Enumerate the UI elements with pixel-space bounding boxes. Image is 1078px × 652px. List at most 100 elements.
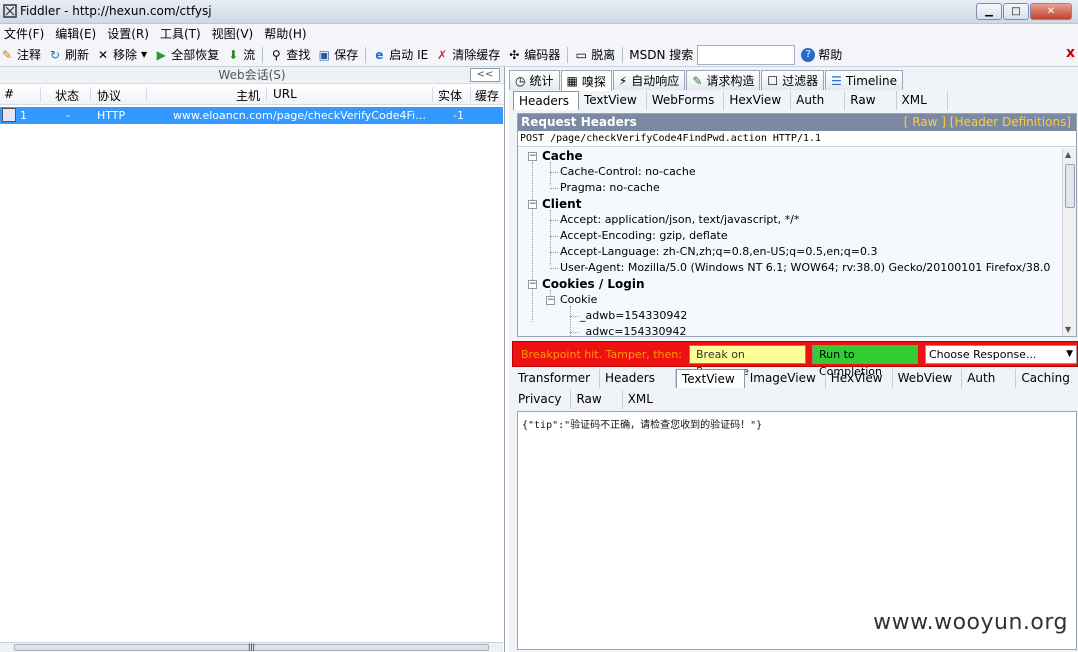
col-body[interactable]: 实体 [438, 87, 462, 104]
fiddler-app-icon [3, 4, 17, 18]
column-divider[interactable] [432, 87, 433, 102]
close-window-button[interactable]: ✕ [1030, 3, 1072, 20]
tab-autoresponder[interactable]: ⚡ 自动响应 [612, 70, 686, 90]
header-user-agent[interactable]: User-Agent: Mozilla/5.0 (Windows NT 6.1;… [560, 261, 1050, 274]
collapse-cookie-toggle[interactable]: − [546, 296, 555, 305]
collapse-client-toggle[interactable]: − [528, 200, 537, 209]
tab-statistics[interactable]: ◷ 统计 [509, 70, 560, 90]
menu-view[interactable]: 视图(V) [208, 25, 261, 42]
stream-button[interactable]: ⬇ 流 [226, 46, 255, 63]
header-accept-language[interactable]: Accept-Language: zh-CN,zh;q=0.8,en-US;q=… [560, 245, 878, 258]
menu-file[interactable]: 文件(F) [0, 25, 51, 42]
tab-response-textview[interactable]: TextView [675, 369, 745, 388]
menu-help[interactable]: 帮助(H) [260, 25, 313, 42]
help-button[interactable]: ? 帮助 [801, 46, 842, 63]
tab-timeline[interactable]: ☰ Timeline [825, 70, 903, 90]
collapse-cache-toggle[interactable]: − [528, 152, 537, 161]
find-button[interactable]: ⚲ 查找 [269, 46, 310, 63]
col-url[interactable]: URL [273, 87, 297, 101]
scroll-up-icon[interactable]: ▲ [1065, 150, 1071, 159]
cookie-adwc[interactable]: _adwc=154330942 [580, 325, 686, 336]
column-divider[interactable] [146, 87, 147, 102]
group-client[interactable]: Client [542, 197, 581, 211]
col-status[interactable]: 状态 [55, 87, 79, 104]
col-number[interactable]: # [4, 87, 14, 101]
collapse-button[interactable]: << [470, 68, 500, 82]
tab-request-headers[interactable]: Headers [513, 91, 579, 110]
column-divider[interactable] [90, 87, 91, 102]
column-divider[interactable] [40, 87, 41, 102]
tab-request-hexview[interactable]: HexView [724, 91, 792, 110]
scrollbar-thumb[interactable]: ||| [14, 644, 489, 651]
minimize-button[interactable]: ▁ [976, 3, 1002, 20]
refresh-button[interactable]: ↻ 刷新 [48, 46, 89, 63]
clear-cache-button[interactable]: ✗ 清除缓存 [435, 46, 500, 63]
request-line: POST /page/checkVerifyCode4FindPwd.actio… [518, 131, 1076, 147]
col-protocol[interactable]: 协议 [97, 87, 121, 104]
toolbar-divider [262, 46, 264, 63]
comment-button[interactable]: ✎ 注释 [0, 46, 41, 63]
resume-all-button[interactable]: ▶ 全部恢复 [154, 46, 220, 63]
tab-response-hexview[interactable]: HexView [826, 369, 893, 388]
break-on-response-button[interactable]: Break on Response [689, 345, 806, 378]
tab-request-textview[interactable]: TextView [579, 91, 647, 110]
tab-request-raw[interactable]: Raw [845, 91, 897, 110]
tab-composer[interactable]: ✎ 请求构造 [686, 70, 761, 90]
menu-edit[interactable]: 编辑(E) [51, 25, 103, 42]
column-divider[interactable] [470, 87, 471, 102]
maximize-button[interactable]: □ [1003, 3, 1029, 20]
group-cookies-login[interactable]: Cookies / Login [542, 277, 645, 291]
scrollbar-thumb[interactable] [1065, 164, 1075, 208]
header-links[interactable]: [ Raw ] [Header Definitions] [904, 114, 1071, 130]
remove-button[interactable]: ✕ 移除 ▼ [96, 46, 147, 63]
tab-inspectors[interactable]: ▦ 嗅探 [560, 70, 612, 91]
col-caching[interactable]: 缓存 [475, 87, 499, 104]
response-textview-panel[interactable]: {"tip":"验证码不正确，请检查您收到的验证码！"} www.wooyun.… [517, 411, 1077, 650]
header-accept[interactable]: Accept: application/json, text/javascrip… [560, 213, 799, 226]
column-divider[interactable] [266, 87, 267, 102]
col-host[interactable]: 主机 [236, 87, 260, 104]
header-accept-encoding[interactable]: Accept-Encoding: gzip, deflate [560, 229, 728, 242]
tab-response-webview[interactable]: WebView [893, 369, 963, 388]
tab-response-xml[interactable]: XML [623, 390, 673, 409]
cookie-adwb[interactable]: _adwb=154330942 [580, 309, 687, 322]
stream-arrow-icon: ⬇ [228, 47, 239, 62]
request-headers-title: Request Headers [521, 115, 637, 129]
header-cache-control[interactable]: Cache-Control: no-cache [560, 165, 696, 178]
window-controls: ▁ □ ✕ [976, 3, 1072, 20]
headers-vertical-scrollbar[interactable]: ▲ ▼ [1062, 148, 1076, 336]
run-to-completion-button[interactable]: Run to Completion [812, 345, 918, 378]
msdn-search-input[interactable] [697, 44, 796, 65]
horizontal-scrollbar[interactable]: ||| [0, 642, 503, 652]
launch-ie-button[interactable]: e 启动 IE [372, 46, 428, 63]
tab-response-privacy[interactable]: Privacy [513, 390, 572, 409]
main-tabs: ◷ 统计 ▦ 嗅探 ⚡ 自动响应 ✎ 请求构造 ☐ 过滤器 ☰ Timeline [509, 70, 904, 91]
choose-response-select[interactable]: Choose Response... ▼ [925, 345, 1077, 364]
tab-response-auth[interactable]: Auth [962, 369, 1017, 388]
headers-tree: − Cache Cache-Control: no-cache Pragma: … [518, 148, 1063, 336]
menu-tools[interactable]: 工具(T) [156, 25, 208, 42]
tab-response-transformer[interactable]: Transformer [513, 369, 601, 388]
tab-request-xml[interactable]: XML [897, 91, 948, 110]
tab-response-imageview[interactable]: ImageView [745, 369, 826, 388]
header-cookie[interactable]: Cookie [560, 293, 597, 306]
table-row[interactable]: 1 - HTTP www.eloancn.com /page/checkVeri… [0, 107, 503, 124]
tab-response-headers[interactable]: Headers [600, 369, 676, 388]
chevron-down-icon[interactable]: ▼ [141, 50, 147, 59]
save-button[interactable]: ▣ 保存 [317, 46, 359, 63]
close-toolbar-icon[interactable]: x [1066, 45, 1075, 61]
menu-bar: 文件(F) 编辑(E) 设置(R) 工具(T) 视图(V) 帮助(H) [0, 24, 1078, 43]
encoder-button[interactable]: ✣ 编码器 [507, 46, 560, 63]
tab-request-auth[interactable]: Auth [791, 91, 846, 110]
menu-settings[interactable]: 设置(R) [103, 25, 156, 42]
group-cache[interactable]: Cache [542, 149, 583, 163]
tab-response-raw[interactable]: Raw [571, 390, 623, 409]
collapse-cookies-toggle[interactable]: − [528, 280, 537, 289]
tab-request-webforms[interactable]: WebForms [647, 91, 725, 110]
scroll-down-icon[interactable]: ▼ [1065, 325, 1071, 334]
tab-filters[interactable]: ☐ 过滤器 [761, 70, 825, 90]
header-pragma[interactable]: Pragma: no-cache [560, 181, 660, 194]
msdn-search-label: MSDN 搜索 [629, 48, 694, 62]
tab-response-caching[interactable]: Caching [1016, 369, 1078, 388]
tearoff-button[interactable]: ▭ 脱离 [574, 46, 616, 63]
